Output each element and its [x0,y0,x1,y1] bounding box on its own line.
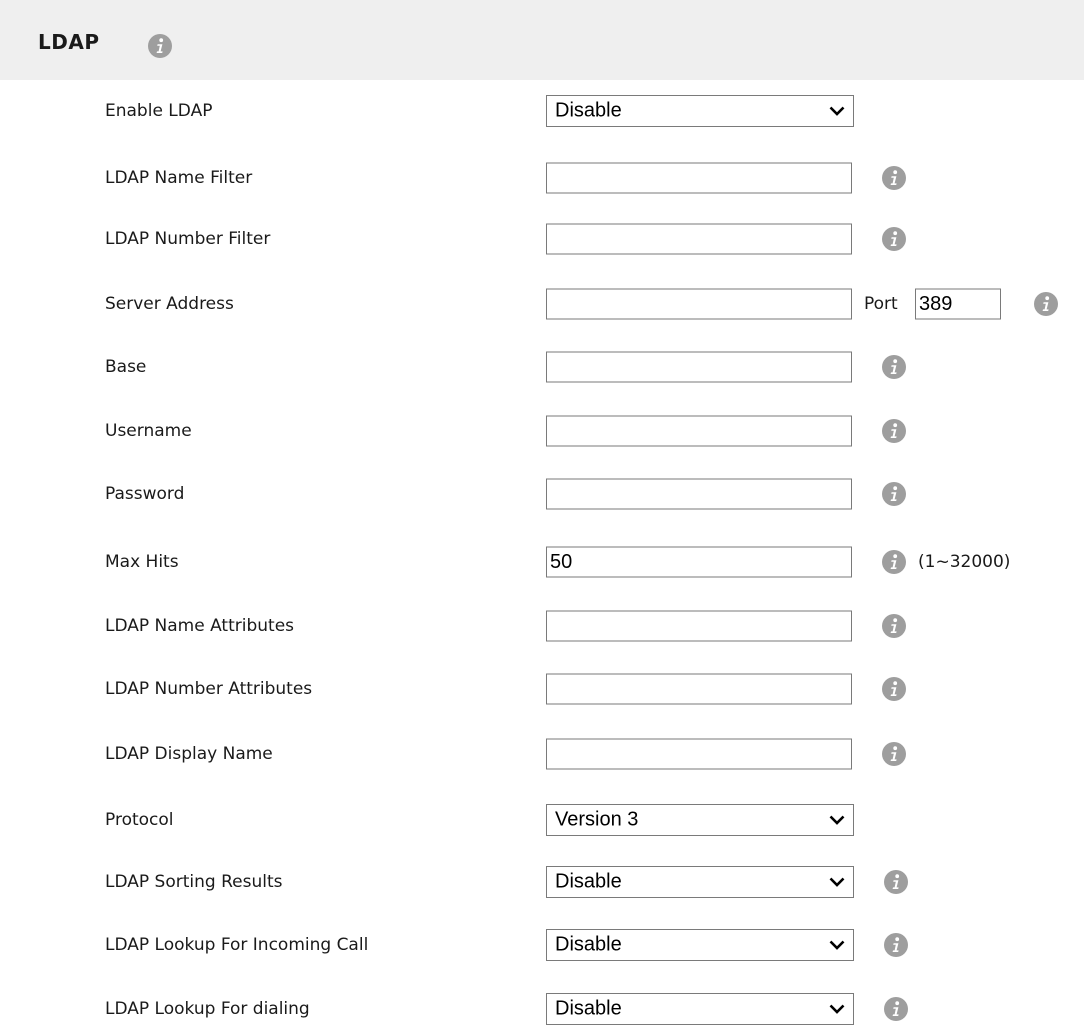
password-input[interactable] [546,478,852,510]
lookup-dialing-row: LDAP Lookup For dialing Disable [0,989,1084,1029]
max-hits-label: Max Hits [105,552,179,572]
name-filter-row: LDAP Name Filter [0,158,1084,198]
base-label: Base [105,357,147,377]
enable-ldap-row: Enable LDAP Disable [0,91,1084,131]
info-icon[interactable] [148,34,172,58]
chevron-down-icon [829,876,845,888]
username-label: Username [105,421,192,441]
server-address-label: Server Address [105,294,234,314]
password-label: Password [105,484,185,504]
lookup-incoming-row: LDAP Lookup For Incoming Call Disable [0,925,1084,965]
server-address-row: Server Address Port 389 [0,284,1084,324]
info-icon[interactable] [1034,292,1058,316]
lookup-incoming-label: LDAP Lookup For Incoming Call [105,935,369,955]
enable-ldap-label: Enable LDAP [105,101,213,121]
name-attributes-row: LDAP Name Attributes [0,606,1084,646]
number-attributes-label: LDAP Number Attributes [105,679,313,699]
max-hits-range: (1~32000) [918,552,1011,572]
server-address-input[interactable] [546,288,852,320]
chevron-down-icon [829,939,845,951]
number-filter-row: LDAP Number Filter [0,219,1084,259]
display-name-label: LDAP Display Name [105,744,273,764]
info-icon[interactable] [882,355,906,379]
info-icon[interactable] [882,419,906,443]
protocol-label: Protocol [105,810,174,830]
info-icon[interactable] [882,166,906,190]
password-row: Password [0,474,1084,514]
sorting-results-value: Disable [555,870,622,893]
protocol-select[interactable]: Version 3 [546,804,854,836]
name-attributes-label: LDAP Name Attributes [105,616,295,636]
info-icon[interactable] [882,614,906,638]
port-input[interactable]: 389 [915,288,1001,320]
info-icon[interactable] [884,933,908,957]
protocol-row: Protocol Version 3 [0,800,1084,840]
lookup-incoming-value: Disable [555,933,622,956]
display-name-row: LDAP Display Name [0,734,1084,774]
chevron-down-icon [829,814,845,826]
username-input[interactable] [546,415,852,447]
info-icon[interactable] [884,997,908,1021]
max-hits-input[interactable]: 50 [546,546,852,578]
base-row: Base [0,347,1084,387]
info-icon[interactable] [884,870,908,894]
sorting-results-label: LDAP Sorting Results [105,872,283,892]
max-hits-value: 50 [550,550,573,573]
protocol-value: Version 3 [555,808,639,831]
base-input[interactable] [546,351,852,383]
name-filter-label: LDAP Name Filter [105,168,253,188]
info-icon[interactable] [882,482,906,506]
lookup-incoming-select[interactable]: Disable [546,929,854,961]
number-attributes-input[interactable] [546,673,852,705]
info-icon[interactable] [882,742,906,766]
username-row: Username [0,411,1084,451]
name-filter-input[interactable] [546,162,852,194]
chevron-down-icon [829,105,845,117]
display-name-input[interactable] [546,738,852,770]
enable-ldap-select[interactable]: Disable [546,95,854,127]
lookup-dialing-label: LDAP Lookup For dialing [105,999,310,1019]
section-header: LDAP [0,0,1084,80]
info-icon[interactable] [882,677,906,701]
section-title: LDAP [38,30,100,54]
sorting-results-select[interactable]: Disable [546,866,854,898]
chevron-down-icon [829,1003,845,1015]
sorting-results-row: LDAP Sorting Results Disable [0,862,1084,902]
port-value: 389 [919,292,953,315]
lookup-dialing-select[interactable]: Disable [546,993,854,1025]
max-hits-row: Max Hits 50 (1~32000) [0,542,1084,582]
number-attributes-row: LDAP Number Attributes [0,669,1084,709]
name-attributes-input[interactable] [546,610,852,642]
enable-ldap-value: Disable [555,99,622,122]
number-filter-label: LDAP Number Filter [105,229,271,249]
number-filter-input[interactable] [546,223,852,255]
lookup-dialing-value: Disable [555,997,622,1020]
info-icon[interactable] [882,550,906,574]
info-icon[interactable] [882,227,906,251]
port-label: Port [864,294,898,314]
